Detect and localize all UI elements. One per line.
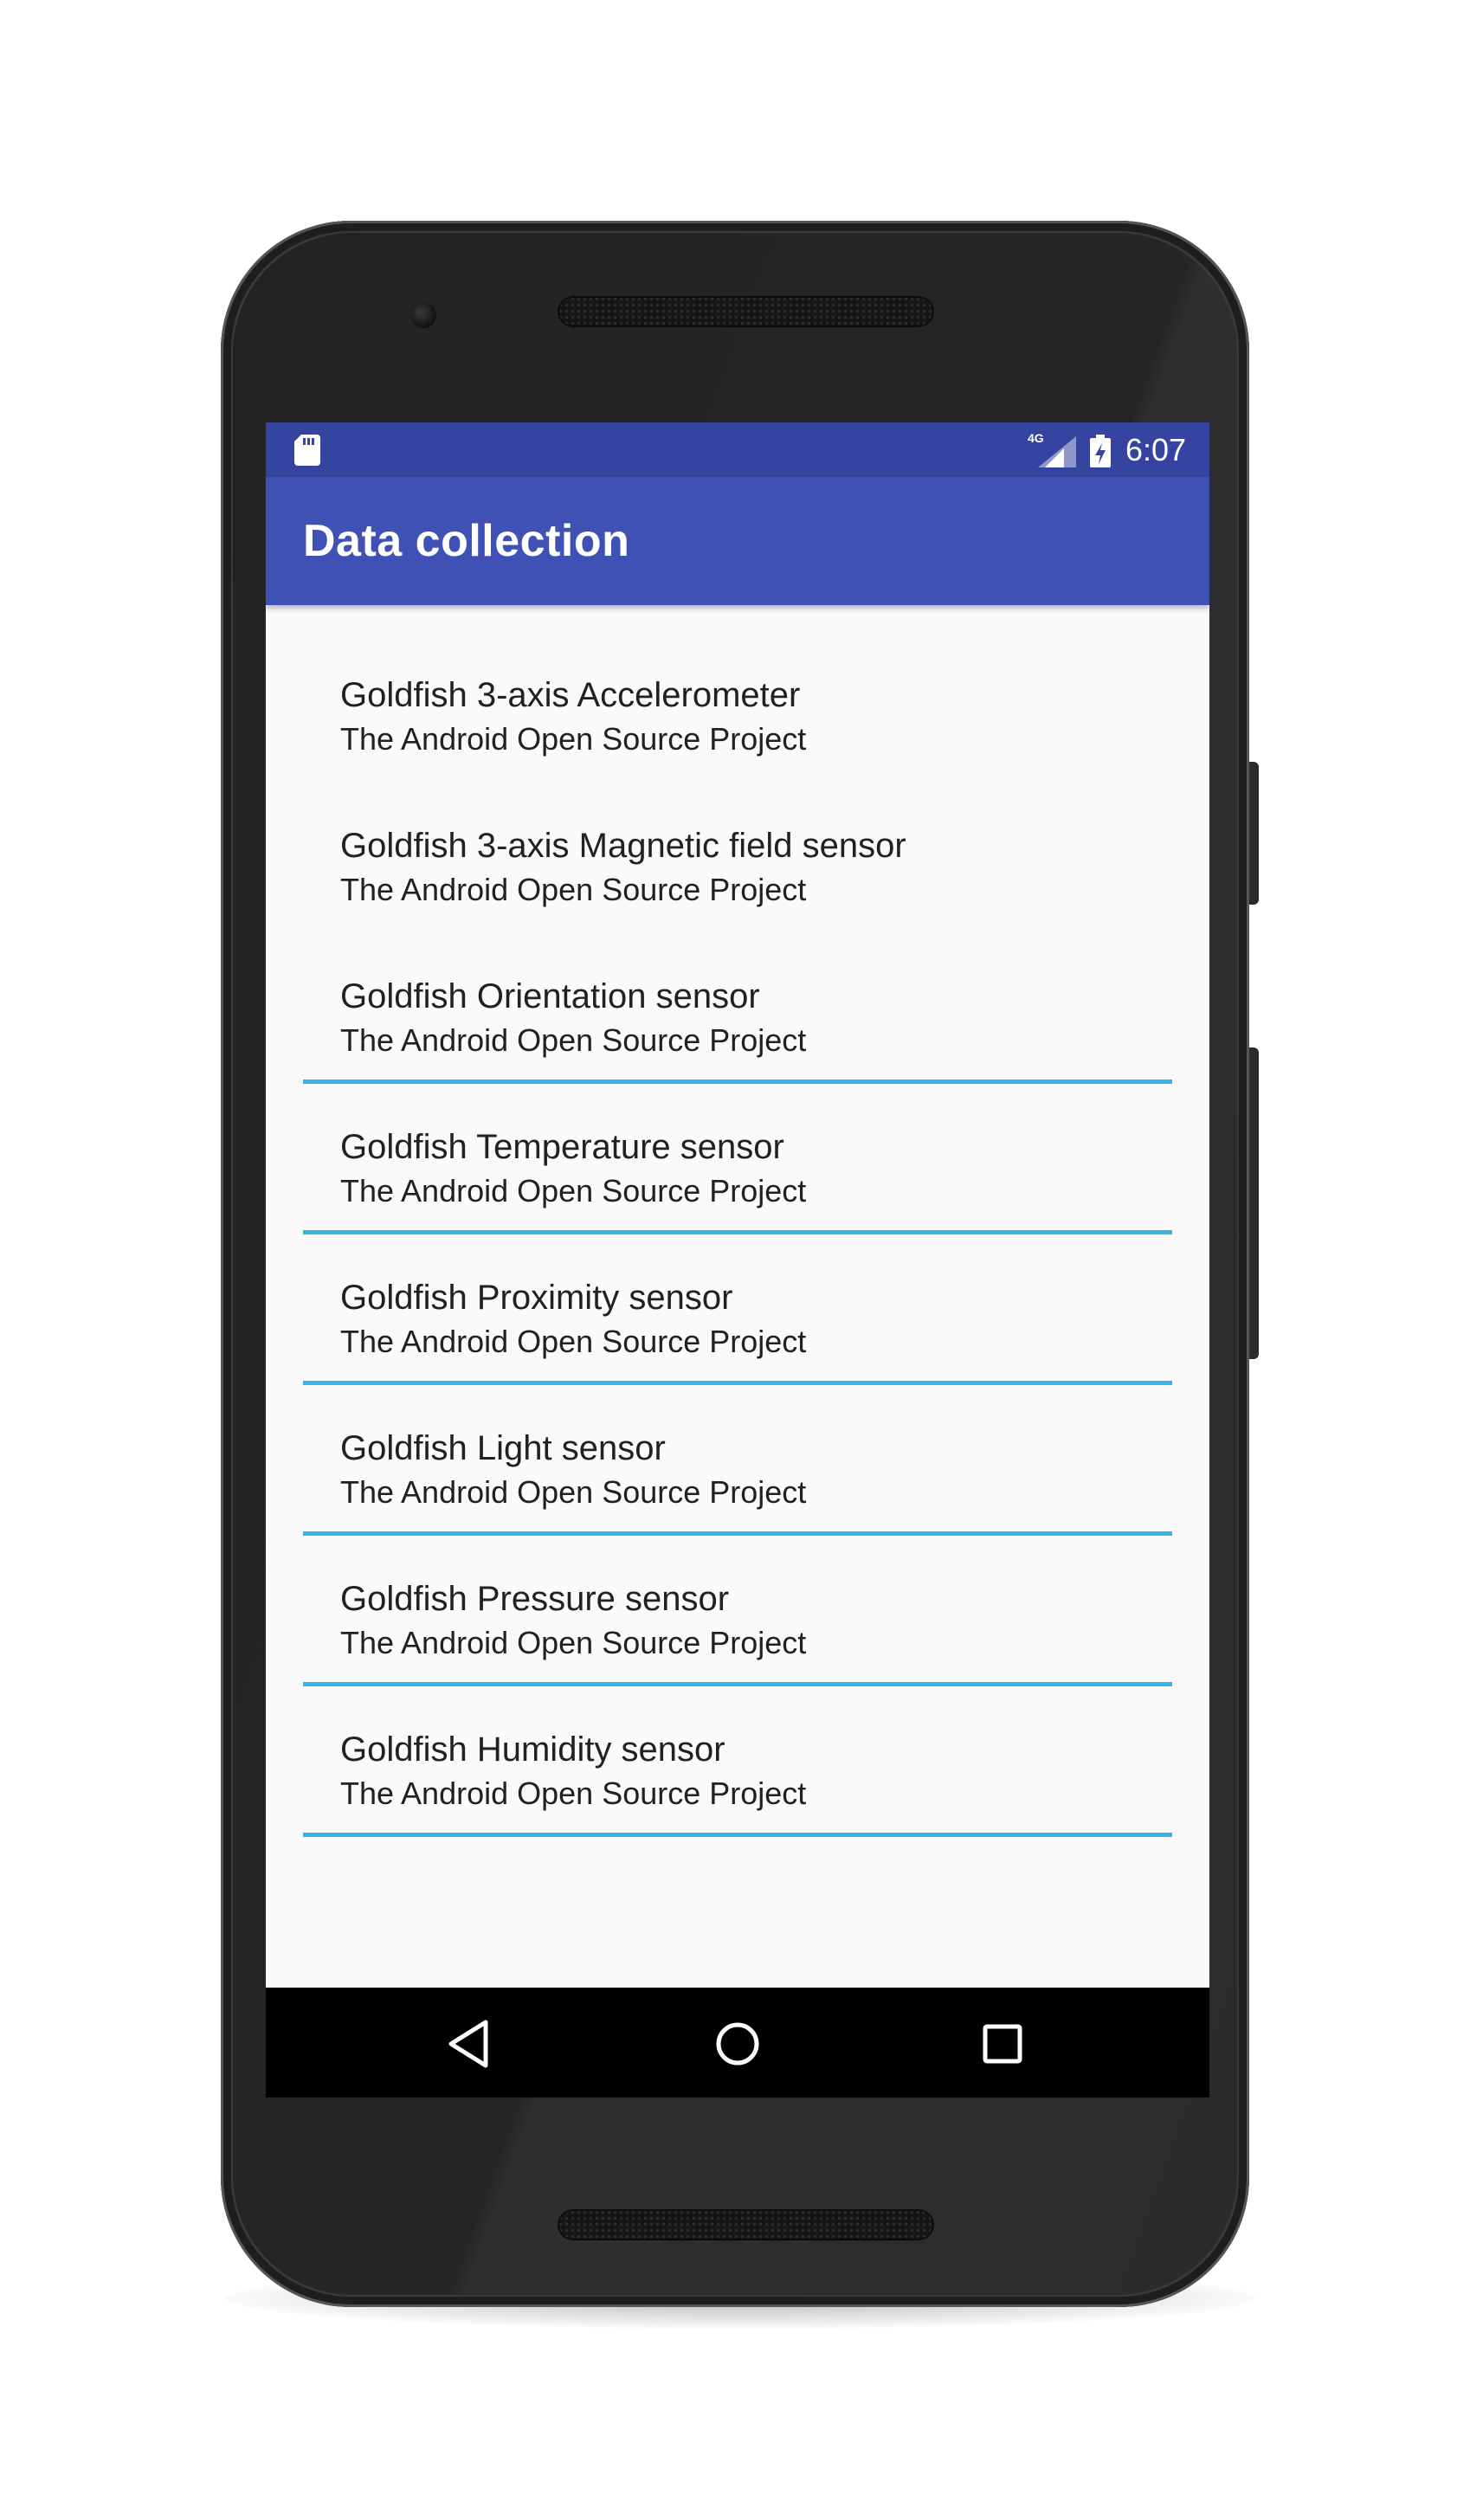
home-circle-icon[interactable]: [707, 2014, 768, 2074]
sensor-name: Goldfish Pressure sensor: [340, 1580, 730, 1618]
list-item[interactable]: Goldfish Humidity sensor The Android Ope…: [303, 1703, 1172, 1853]
sensor-name: Goldfish Orientation sensor: [340, 977, 760, 1015]
list-divider: [303, 1682, 1172, 1686]
sensor-vendor: The Android Open Source Project: [340, 1022, 807, 1058]
sensor-name: Goldfish Light sensor: [340, 1429, 666, 1467]
bottom-speaker-grille: [558, 2209, 934, 2240]
list-item[interactable]: Goldfish Pressure sensor The Android Ope…: [303, 1552, 1172, 1703]
sensor-vendor: The Android Open Source Project: [340, 1474, 807, 1510]
app-bar: Data collection: [266, 477, 1209, 605]
sd-card-icon: [294, 435, 320, 466]
list-divider: [303, 1080, 1172, 1084]
back-triangle-icon[interactable]: [441, 2014, 501, 2074]
sensor-vendor: The Android Open Source Project: [340, 1324, 807, 1359]
status-clock: 6:07: [1125, 432, 1187, 467]
list-divider: [303, 1531, 1172, 1536]
sensor-vendor: The Android Open Source Project: [340, 1776, 807, 1811]
list-divider: [303, 1381, 1172, 1385]
list-item[interactable]: Goldfish Temperature sensor The Android …: [303, 1100, 1172, 1251]
sensor-name: Goldfish Humidity sensor: [340, 1730, 725, 1769]
nav-bar: [266, 1988, 1209, 2098]
sensor-vendor: The Android Open Source Project: [340, 872, 807, 907]
list-item[interactable]: Goldfish 3-axis Accelerometer The Androi…: [303, 648, 1172, 799]
list-divider: [303, 1833, 1172, 1837]
sensor-vendor: The Android Open Source Project: [340, 1173, 807, 1208]
battery-charging-icon: [1090, 435, 1111, 467]
status-bar: 4G 6:07: [266, 422, 1209, 477]
phone-screen: 4G 6:07 Data collection Goldfish 3-axis …: [266, 422, 1209, 2098]
sensor-name: Goldfish 3-axis Accelerometer: [340, 676, 801, 714]
sensor-name: Goldfish Temperature sensor: [340, 1128, 784, 1166]
stage: 4G 6:07 Data collection Goldfish 3-axis …: [0, 0, 1470, 2520]
sensor-vendor: The Android Open Source Project: [340, 1625, 807, 1660]
list-item[interactable]: Goldfish Light sensor The Android Open S…: [303, 1402, 1172, 1552]
front-camera: [410, 302, 436, 328]
list-divider: [303, 1230, 1172, 1234]
page-title: Data collection: [303, 516, 630, 566]
top-speaker-grille: [558, 296, 934, 327]
sensor-name: Goldfish 3-axis Magnetic field sensor: [340, 827, 906, 865]
recents-square-icon[interactable]: [972, 2014, 1033, 2074]
list-item[interactable]: Goldfish Proximity sensor The Android Op…: [303, 1251, 1172, 1402]
sensor-name: Goldfish Proximity sensor: [340, 1279, 733, 1317]
sensor-vendor: The Android Open Source Project: [340, 721, 807, 757]
list-item[interactable]: Goldfish Orientation sensor The Android …: [303, 950, 1172, 1100]
cell-signal-icon: [1038, 436, 1076, 467]
list-item[interactable]: Goldfish 3-axis Magnetic field sensor Th…: [303, 799, 1172, 950]
